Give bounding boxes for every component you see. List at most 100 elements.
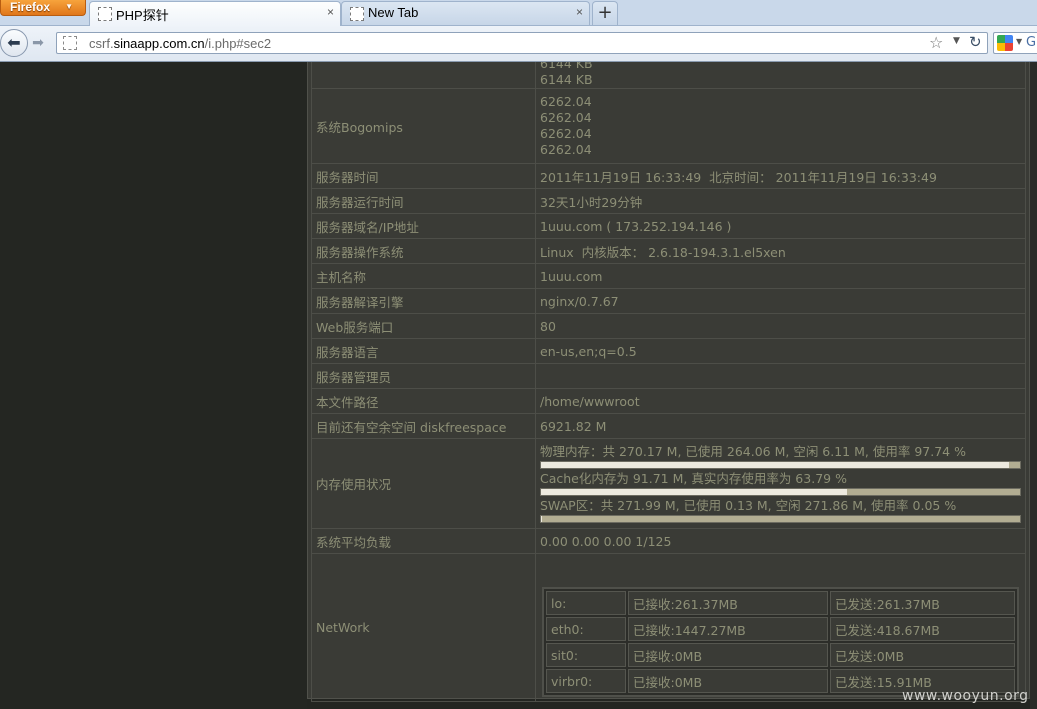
tab-php-probe[interactable]: PHP探针 ×: [89, 1, 341, 27]
google-search-engine-icon[interactable]: [997, 35, 1013, 51]
memory-text: 物理内存：共 270.17 M, 已使用 264.06 M, 空闲 6.11 M…: [540, 444, 966, 459]
row-label: 服务器解译引擎: [311, 288, 536, 314]
table-row: 服务器时间 2011年11月19日 16:33:49 北京时间： 2011年11月…: [311, 163, 1026, 189]
network-row: lo: 已接收:261.37MB 已发送:261.37MB: [546, 591, 1015, 615]
row-value: 80: [535, 313, 1026, 339]
table-row: 服务器域名/IP地址 1uuu.com ( 173.252.194.146 ): [311, 213, 1026, 239]
watermark: www.wooyun.org: [902, 688, 1029, 704]
server-info-table: 6144 KB 6144 KB 系统Bogomips 6262.04 6262.…: [311, 62, 1026, 702]
table-row: 服务器操作系统 Linux 内核版本： 2.6.18-194.3.1.el5xen: [311, 238, 1026, 264]
row-label: 系统Bogomips: [311, 88, 536, 164]
search-engine-dropdown-icon[interactable]: ▼: [1016, 37, 1022, 46]
table-row: 系统平均负载 0.00 0.00 0.00 1/125: [311, 528, 1026, 554]
iface-sent: 已发送:418.67MB: [830, 617, 1015, 641]
row-value: 32天1小时29分钟: [535, 188, 1026, 214]
site-identity-icon[interactable]: [63, 36, 77, 50]
network-row: eth0: 已接收:1447.27MB 已发送:418.67MB: [546, 617, 1015, 641]
row-label: NetWork: [311, 553, 536, 702]
row-value: 6144 KB 6144 KB: [535, 62, 1026, 89]
row-label: 服务器管理员: [311, 363, 536, 389]
tab-close-icon[interactable]: ×: [576, 5, 583, 19]
row-label: 主机名称: [311, 263, 536, 289]
url-prefix: csrf.: [89, 36, 114, 51]
row-label: Web服务端口: [311, 313, 536, 339]
tab-new-tab[interactable]: New Tab ×: [341, 1, 590, 25]
row-label: 目前还有空余空间 diskfreespace: [311, 413, 536, 439]
server-info-panel: 6144 KB 6144 KB 系统Bogomips 6262.04 6262.…: [307, 62, 1030, 702]
table-row: 服务器管理员: [311, 363, 1026, 389]
swap-usage-bar: [540, 515, 1021, 523]
page-favicon-icon: [350, 7, 364, 21]
forward-arrow-icon: ➡: [32, 35, 44, 51]
cache-line: 6144 KB: [540, 72, 593, 87]
iface-name: lo:: [546, 591, 626, 615]
memory-usage-bar: [540, 461, 1021, 469]
forward-button[interactable]: ➡: [28, 34, 48, 52]
row-value: 0.00 0.00 0.00 1/125: [535, 528, 1026, 554]
memory-usage-cell: 物理内存：共 270.17 M, 已使用 264.06 M, 空闲 6.11 M…: [535, 438, 1026, 529]
row-value: Linux 内核版本： 2.6.18-194.3.1.el5xen: [535, 238, 1026, 264]
row-value: en-us,en;q=0.5: [535, 338, 1026, 364]
row-value: 6262.04 6262.04 6262.04 6262.04: [535, 88, 1026, 164]
back-button[interactable]: ⬅: [0, 29, 28, 57]
search-bar[interactable]: ▼ G: [993, 32, 1037, 54]
iface-name: eth0:: [546, 617, 626, 641]
bar-fill: [541, 489, 847, 495]
table-row: 目前还有空余空间 diskfreespace 6921.82 M: [311, 413, 1026, 439]
iface-received: 已接收:0MB: [628, 669, 828, 693]
tab-close-icon[interactable]: ×: [327, 5, 334, 19]
firefox-menu-label: Firefox: [10, 0, 51, 14]
page-favicon-icon: [98, 7, 112, 21]
table-row: 服务器语言 en-us,en;q=0.5: [311, 338, 1026, 364]
row-value: nginx/0.7.67: [535, 288, 1026, 314]
cache-line: 6144 KB: [540, 62, 593, 71]
table-row: NetWork lo: 已接收:261.37MB 已发送:261.37MB eth0…: [311, 553, 1026, 702]
bogomips-value: 6262.04: [540, 142, 592, 157]
tab-title: New Tab: [368, 5, 419, 20]
bogomips-value: 6262.04: [540, 94, 592, 109]
bogomips-value: 6262.04: [540, 126, 592, 141]
table-row: Web服务端口 80: [311, 313, 1026, 339]
row-value: 2011年11月19日 16:33:49 北京时间： 2011年11月19日 1…: [535, 163, 1026, 189]
row-value: 6921.82 M: [535, 413, 1026, 439]
back-arrow-icon: ⬅: [7, 33, 21, 52]
table-row: 本文件路径/home/wwwroot: [311, 388, 1026, 414]
tab-title: PHP探针: [116, 8, 169, 23]
row-label: 内存使用状况: [311, 438, 536, 529]
table-row: 主机名称 1uuu.com: [311, 263, 1026, 289]
row-label: 服务器语言: [311, 338, 536, 364]
network-cell: lo: 已接收:261.37MB 已发送:261.37MB eth0: 已接收:144…: [535, 553, 1026, 702]
dropdown-arrow-icon: ▼: [65, 2, 73, 11]
iface-name: virbr0:: [546, 669, 626, 693]
bar-fill: [541, 462, 1010, 468]
search-placeholder: G: [1026, 35, 1037, 50]
new-tab-button[interactable]: +: [592, 1, 618, 25]
iface-sent: 已发送:0MB: [830, 643, 1015, 667]
history-dropdown-icon[interactable]: ▼: [953, 36, 960, 46]
reload-icon[interactable]: ↻: [969, 33, 982, 51]
row-value: 1uuu.com: [535, 263, 1026, 289]
row-label: 服务器域名/IP地址: [311, 213, 536, 239]
row-value: [535, 363, 1026, 389]
firefox-menu-button[interactable]: Firefox ▼: [0, 0, 86, 16]
bookmark-star-icon[interactable]: ☆: [929, 33, 943, 52]
table-row: 内存使用状况 物理内存：共 270.17 M, 已使用 264.06 M, 空闲…: [311, 438, 1026, 529]
url-text[interactable]: csrf.sinaapp.com.cn/i.php#sec2: [89, 36, 271, 51]
row-value: 1uuu.com ( 173.252.194.146 ): [535, 213, 1026, 239]
table-row: 服务器解译引擎 nginx/0.7.67: [311, 288, 1026, 314]
table-row: 6144 KB 6144 KB: [311, 62, 1026, 89]
url-domain: sinaapp.com.cn: [113, 36, 205, 51]
iface-received: 已接收:0MB: [628, 643, 828, 667]
table-row: 服务器运行时间 32天1小时29分钟: [311, 188, 1026, 214]
tab-strip: Firefox ▼ PHP探针 × New Tab × +: [0, 0, 1037, 27]
iface-sent: 已发送:261.37MB: [830, 591, 1015, 615]
address-bar[interactable]: csrf.sinaapp.com.cn/i.php#sec2 ☆ ▼ ↻: [56, 32, 988, 54]
left-margin: [0, 62, 307, 709]
iface-name: sit0:: [546, 643, 626, 667]
iface-received: 已接收:261.37MB: [628, 591, 828, 615]
row-value: /home/wwwroot: [535, 388, 1026, 414]
row-label: 服务器运行时间: [311, 188, 536, 214]
right-margin: [1030, 62, 1037, 709]
cache-text: Cache化内存为 91.71 M, 真实内存使用率为 63.79 %: [540, 471, 847, 486]
navigation-toolbar: ⬅ ➡ csrf.sinaapp.com.cn/i.php#sec2 ☆ ▼ ↻…: [0, 26, 1037, 62]
